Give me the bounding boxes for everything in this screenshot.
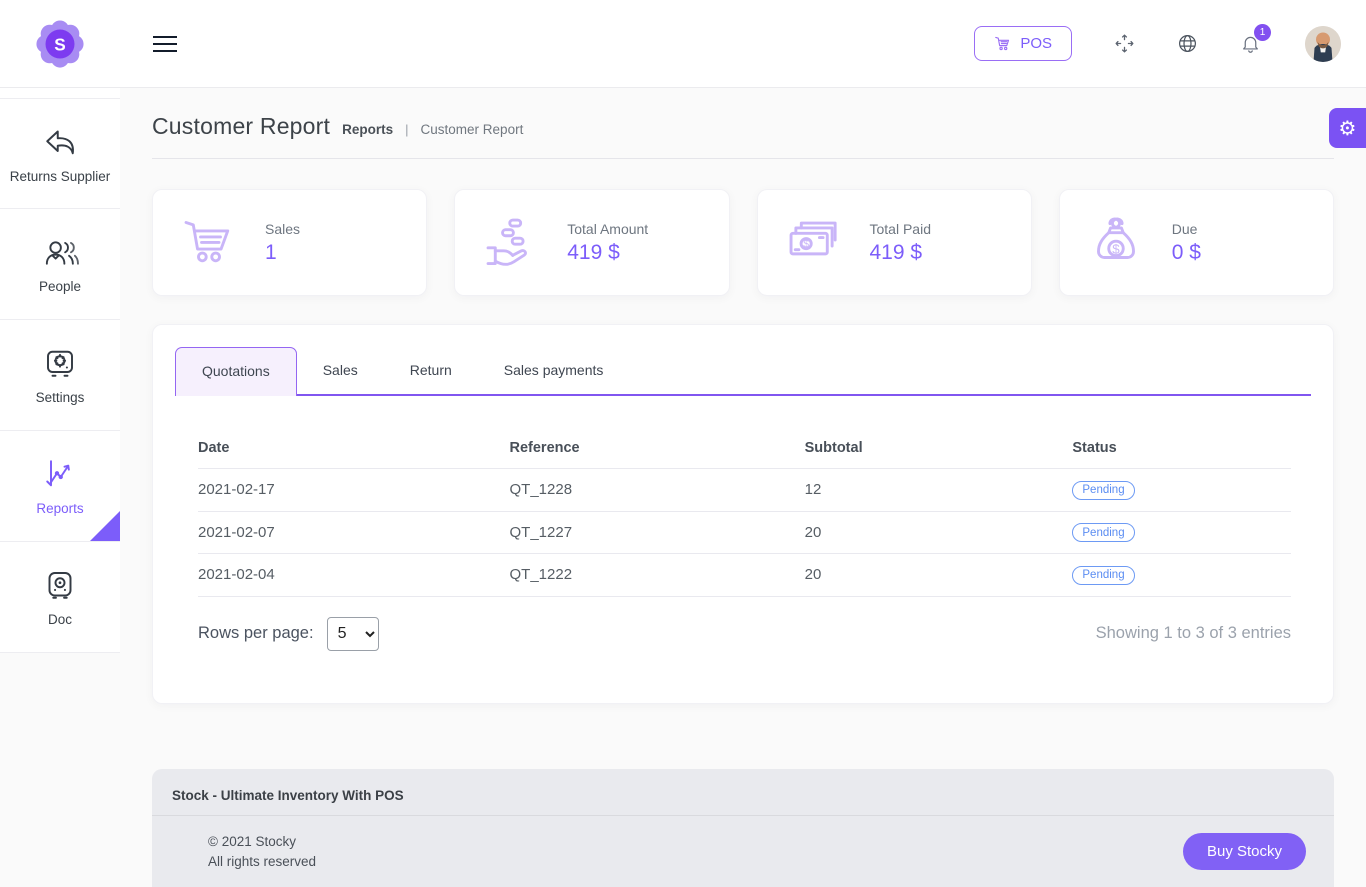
svg-text:S: S (54, 34, 65, 54)
footer-copyright: © 2021 Stocky (208, 832, 316, 852)
showing-entries-text: Showing 1 to 3 of 3 entries (1096, 624, 1291, 643)
cell-reference: QT_1228 (510, 469, 805, 512)
stocky-logo-icon: S (31, 15, 89, 73)
cell-date: 2021-02-04 (198, 554, 510, 597)
svg-text:$: $ (1112, 241, 1120, 256)
status-badge: Pending (1072, 481, 1134, 500)
return-arrow-icon (42, 124, 78, 160)
stat-value: 419 $ (567, 241, 648, 265)
menu-toggle-button[interactable] (153, 31, 177, 57)
rows-per-page-label: Rows per page: (198, 624, 314, 643)
sidebar: Returns Supplier People Settings Report (0, 88, 120, 653)
report-tabs: Quotations Sales Return Sales payments (175, 347, 1311, 396)
sidebar-item-label: Returns Supplier (10, 169, 111, 184)
stat-value: 0 $ (1172, 241, 1201, 265)
money-bag-icon: $ (1085, 214, 1147, 272)
tab-return[interactable]: Return (384, 347, 478, 394)
stat-card-sales: Sales 1 (152, 189, 427, 296)
sidebar-item-label: Settings (36, 390, 85, 405)
column-header-subtotal[interactable]: Subtotal (805, 432, 1073, 469)
active-corner-marker (90, 511, 120, 541)
tab-sales[interactable]: Sales (297, 347, 384, 394)
stat-card-total-amount: Total Amount 419 $ (454, 189, 729, 296)
main-content: Customer Report Reports | Customer Repor… (120, 0, 1366, 887)
breadcrumb-current: Customer Report (421, 122, 524, 137)
cell-subtotal: 12 (805, 469, 1073, 512)
pos-button[interactable]: POS (974, 26, 1072, 61)
page-title: Customer Report (152, 113, 330, 140)
doc-icon (42, 567, 78, 603)
cell-reference: QT_1222 (510, 554, 805, 597)
quotations-table: Date Reference Subtotal Status 2021-02-1… (198, 432, 1291, 597)
report-panel: Quotations Sales Return Sales payments D… (152, 324, 1334, 704)
sidebar-item-returns-supplier[interactable]: Returns Supplier (0, 98, 120, 209)
tab-quotations[interactable]: Quotations (175, 347, 297, 396)
status-badge: Pending (1072, 566, 1134, 585)
stat-cards-row: Sales 1 Total Amount 419 $ (152, 189, 1334, 296)
pos-button-label: POS (1020, 35, 1052, 52)
table-header-row: Date Reference Subtotal Status (198, 432, 1291, 469)
footer-rights: All rights reserved (208, 852, 316, 872)
stat-label: Due (1172, 221, 1201, 237)
breadcrumb-separator: | (405, 122, 408, 137)
breadcrumb-parent[interactable]: Reports (342, 122, 393, 137)
stat-label: Total Amount (567, 221, 648, 237)
column-header-date[interactable]: Date (198, 432, 510, 469)
buy-stocky-button[interactable]: Buy Stocky (1183, 833, 1306, 870)
stat-card-due: $ Due 0 $ (1059, 189, 1334, 296)
stat-value: 1 (265, 241, 300, 265)
page-header: Customer Report Reports | Customer Repor… (152, 88, 1334, 140)
topbar: S POS (0, 0, 1366, 88)
cell-subtotal: 20 (805, 511, 1073, 554)
stat-label: Total Paid (870, 221, 931, 237)
table-row[interactable]: 2021-02-07 QT_1227 20 Pending (198, 511, 1291, 554)
banknotes-icon: $ (783, 214, 845, 272)
status-badge: Pending (1072, 523, 1134, 542)
cart-icon (994, 35, 1011, 52)
people-icon (41, 234, 79, 270)
sidebar-item-label: Doc (48, 612, 72, 627)
table-row[interactable]: 2021-02-04 QT_1222 20 Pending (198, 554, 1291, 597)
header-divider (152, 158, 1334, 159)
avatar-image (1305, 26, 1341, 62)
sidebar-item-people[interactable]: People (0, 209, 120, 320)
app-logo[interactable]: S (0, 15, 120, 73)
column-header-status[interactable]: Status (1072, 432, 1291, 469)
footer: Stock - Ultimate Inventory With POS © 20… (152, 769, 1334, 887)
fullscreen-button[interactable] (1114, 33, 1135, 54)
sidebar-item-doc[interactable]: Doc (0, 542, 120, 653)
pagination-bar: Rows per page: 5 Showing 1 to 3 of 3 ent… (198, 617, 1291, 651)
theme-settings-button[interactable]: ⚙ (1329, 108, 1366, 148)
svg-text:$: $ (803, 239, 809, 250)
sidebar-item-label: People (39, 279, 81, 294)
cart-icon (178, 214, 240, 272)
cell-subtotal: 20 (805, 554, 1073, 597)
cell-date: 2021-02-07 (198, 511, 510, 554)
column-header-reference[interactable]: Reference (510, 432, 805, 469)
sidebar-item-settings[interactable]: Settings (0, 320, 120, 431)
user-avatar[interactable] (1305, 26, 1341, 62)
line-chart-icon (41, 456, 79, 492)
globe-icon (1177, 33, 1198, 54)
tab-sales-payments[interactable]: Sales payments (478, 347, 630, 394)
language-button[interactable] (1177, 33, 1198, 54)
cell-date: 2021-02-17 (198, 469, 510, 512)
sidebar-item-label: Reports (36, 501, 83, 516)
table-row[interactable]: 2021-02-17 QT_1228 12 Pending (198, 469, 1291, 512)
rows-per-page-select[interactable]: 5 (327, 617, 379, 651)
stat-card-total-paid: $ Total Paid 419 $ (757, 189, 1032, 296)
sidebar-item-reports[interactable]: Reports (0, 431, 120, 542)
stat-value: 419 $ (870, 241, 931, 265)
cell-reference: QT_1227 (510, 511, 805, 554)
stat-label: Sales (265, 221, 300, 237)
notification-count-badge: 1 (1254, 24, 1271, 41)
hand-money-icon (480, 214, 542, 272)
expand-arrows-icon (1114, 33, 1135, 54)
footer-title: Stock - Ultimate Inventory With POS (152, 769, 1334, 815)
notifications-button[interactable]: 1 (1240, 33, 1261, 54)
gear-icon: ⚙ (1339, 116, 1357, 140)
settings-drive-icon (42, 345, 78, 381)
